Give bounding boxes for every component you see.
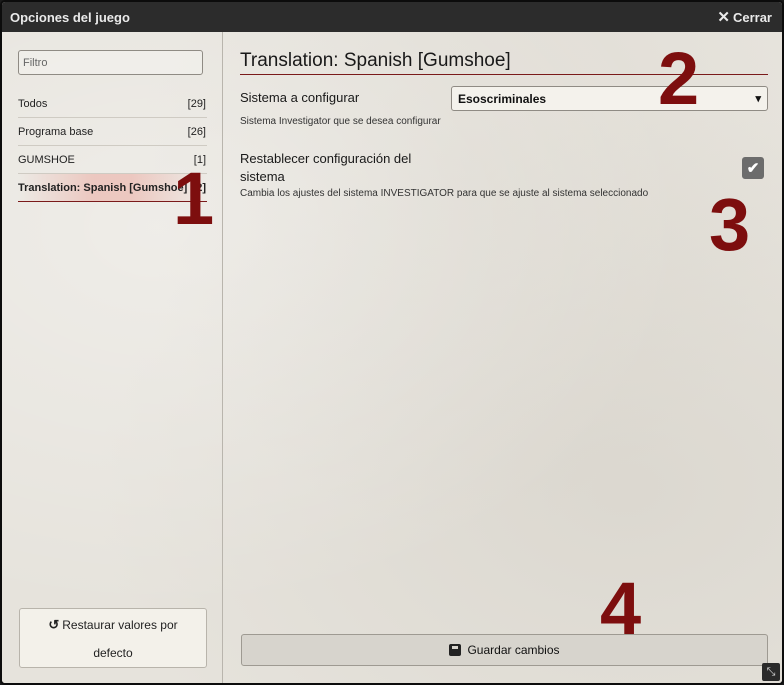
save-changes-label: Guardar cambios	[467, 643, 560, 657]
category-label: GUMSHOE	[18, 153, 75, 166]
annotation-number: 2	[658, 37, 700, 120]
close-label: Cerrar	[732, 9, 772, 25]
reset-system-checkbox[interactable]: ✔	[742, 157, 764, 179]
restore-defaults-button[interactable]: ↺ Restaurar valores por defecto	[19, 608, 207, 668]
annotation-number: 4	[600, 567, 642, 650]
close-button[interactable]: ✕ Cerrar	[717, 10, 772, 25]
category-count: [26]	[187, 125, 206, 138]
category-label: Programa base	[18, 125, 94, 138]
window-title: Opciones del juego	[10, 9, 130, 25]
sidebar: Todos [29] Programa base [26] GUMSHOE [1…	[2, 32, 223, 683]
category-count: [29]	[187, 97, 206, 110]
reset-system-hint: Cambia los ajustes del sistema INVESTIGA…	[240, 188, 649, 199]
reset-system-label: Restablecer configuración del sistema	[240, 151, 412, 184]
resize-handle-icon[interactable]: ⤡	[762, 663, 780, 681]
window-content: Todos [29] Programa base [26] GUMSHOE [1…	[2, 32, 782, 683]
save-icon	[449, 644, 462, 656]
checkmark-icon: ✔	[746, 160, 760, 177]
category-todos[interactable]: Todos [29]	[18, 90, 207, 118]
title-bar[interactable]: Opciones del juego ✕ Cerrar	[2, 2, 782, 32]
annotation-number: 1	[173, 157, 215, 240]
settings-panel: Translation: Spanish [Gumshoe] Sistema a…	[224, 32, 782, 683]
system-label: Sistema a configurar	[240, 90, 360, 105]
category-programa-base[interactable]: Programa base [26]	[18, 118, 207, 146]
undo-icon: ↺	[48, 617, 60, 632]
save-changes-button[interactable]: Guardar cambios	[241, 634, 768, 666]
restore-defaults-label: Restaurar valores por defecto	[62, 618, 178, 660]
close-icon: ✕	[717, 8, 730, 26]
settings-window: Opciones del juego ✕ Cerrar Todos [29] P…	[0, 0, 784, 685]
category-label: Todos	[18, 97, 48, 110]
system-hint: Sistema Investigator que se desea config…	[240, 116, 441, 127]
annotation-number: 3	[709, 183, 751, 266]
chevron-down-icon: ▾	[755, 93, 761, 105]
system-select[interactable]: Esoscriminales ▾	[451, 86, 768, 111]
category-label: Translation: Spanish [Gumshoe]	[18, 181, 188, 194]
filter-input[interactable]	[18, 50, 203, 75]
system-select-value: Esoscriminales	[458, 91, 547, 106]
